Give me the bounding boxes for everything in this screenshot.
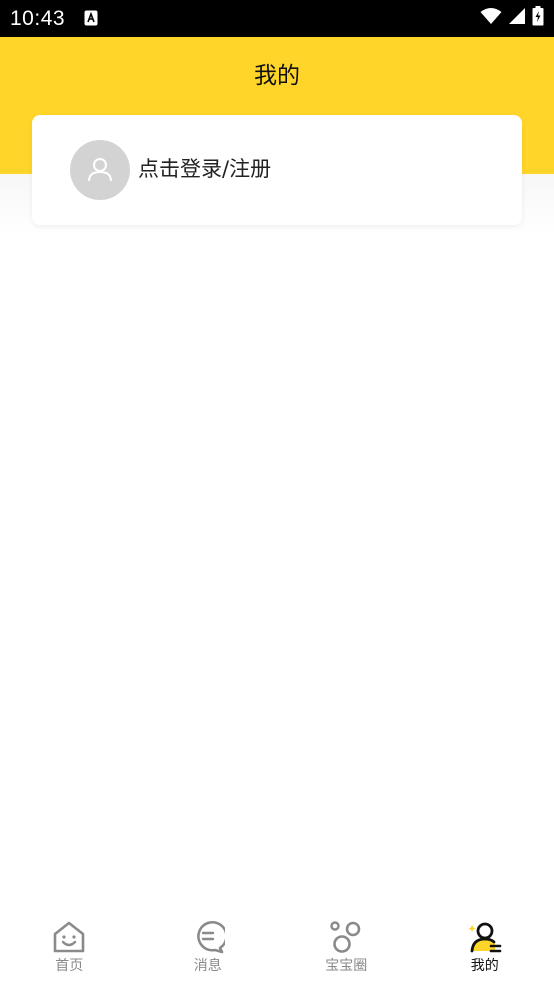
nav-item-mine[interactable]: 我的 [416,912,554,984]
status-bar: 10:43 [0,0,554,37]
home-icon [51,919,87,955]
battery-charging-icon [532,6,544,30]
nav-item-home[interactable]: 首页 [0,912,139,984]
status-time: 10:43 [10,7,66,30]
login-register-label[interactable]: 点击登录/注册 [138,155,271,183]
nav-label-baby-circle: 宝宝圈 [325,958,368,974]
bottom-nav: 首页 消息 宝宝圈 我的 [0,912,554,984]
signal-icon [508,7,526,29]
message-icon [190,919,226,955]
nav-item-baby-circle[interactable]: 宝宝圈 [277,912,416,984]
status-icons [480,6,544,30]
nav-label-messages: 消息 [193,958,222,974]
avatar[interactable] [70,140,130,200]
wifi-icon [480,7,502,29]
my-page-screen: 10:43 我的 点击登录/注册 首页 消息 宝宝圈 我的 [0,0,554,984]
baby-circle-icon [328,919,364,955]
profile-icon [467,919,503,955]
login-register-card[interactable]: 点击登录/注册 [32,115,522,225]
nav-item-messages[interactable]: 消息 [139,912,278,984]
user-placeholder-icon [88,158,112,182]
nav-label-mine: 我的 [470,958,499,974]
nav-label-home: 首页 [55,958,84,974]
page-title: 我的 [254,63,300,89]
a-notification-icon [84,10,98,26]
